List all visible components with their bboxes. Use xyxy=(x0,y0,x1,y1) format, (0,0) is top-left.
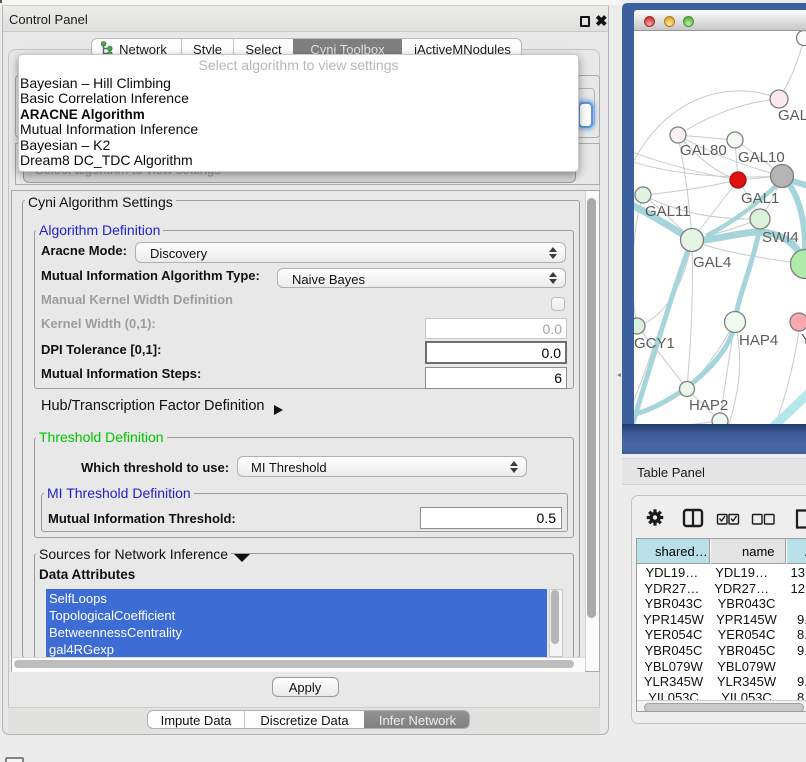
svg-text:GAL2: GAL2 xyxy=(778,107,806,124)
svg-text:HAP4: HAP4 xyxy=(739,332,778,349)
svg-text:GCY1: GCY1 xyxy=(634,335,675,352)
svg-text:GAL11: GAL11 xyxy=(645,203,691,220)
svg-text:GAL4: GAL4 xyxy=(693,254,731,271)
svg-text:GAL10: GAL10 xyxy=(738,149,785,166)
svg-text:SWI4: SWI4 xyxy=(762,229,799,246)
svg-text:HAP2: HAP2 xyxy=(689,397,728,414)
svg-text:GAL80: GAL80 xyxy=(680,142,727,159)
svg-text:YB: YB xyxy=(801,331,806,348)
svg-text:GAL1: GAL1 xyxy=(741,190,779,207)
